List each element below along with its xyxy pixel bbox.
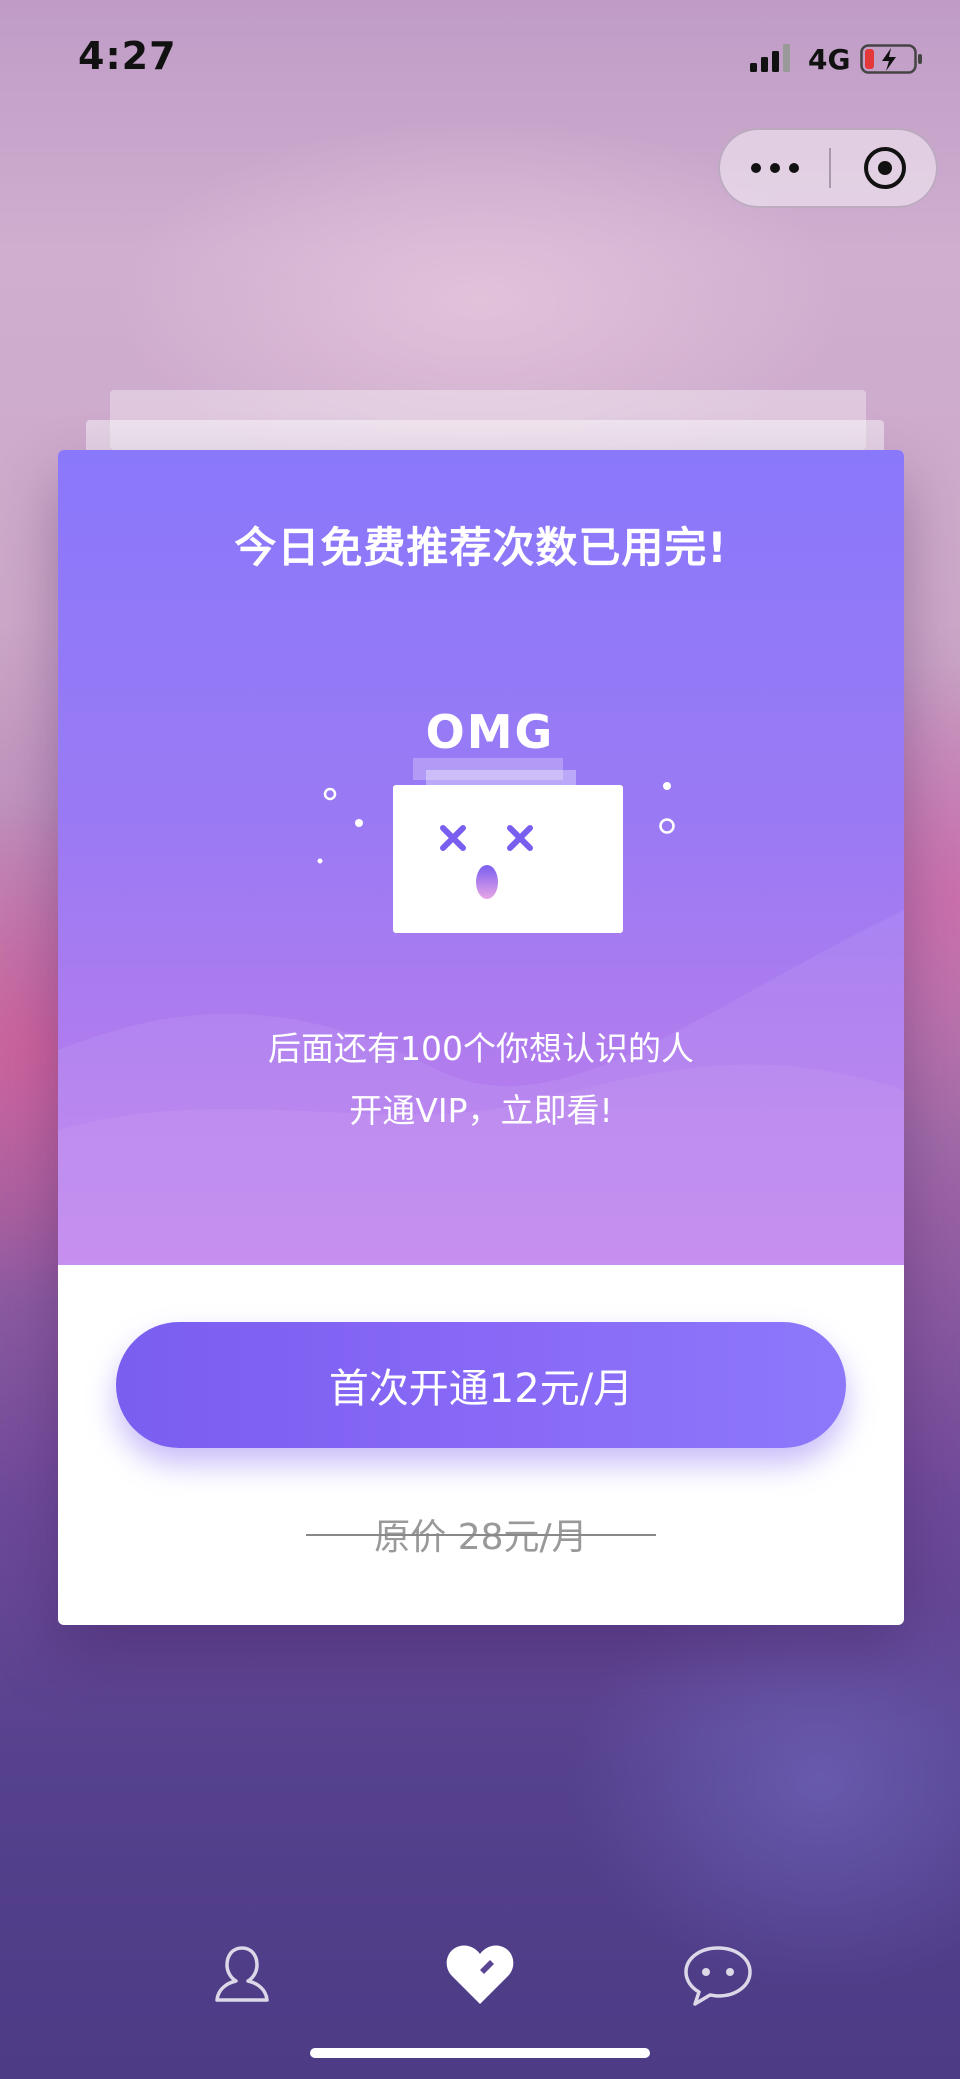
network-type: 4G	[808, 43, 851, 76]
signal-icon	[750, 44, 790, 72]
tab-profile[interactable]	[197, 1930, 287, 2020]
omg-lettering: OMG	[426, 710, 555, 759]
more-dots-icon	[750, 163, 799, 173]
original-price-row: 原价 28元/月	[58, 1508, 904, 1560]
home-indicator	[310, 2048, 650, 2058]
vip-upsell-card: 今日免费推荐次数已用完! OMG 后面还有100个你想认识的人 开通VIP，立即…	[58, 450, 904, 1625]
target-close-icon	[863, 147, 906, 189]
close-mini-program-button[interactable]	[831, 130, 938, 206]
battery-icon	[860, 44, 922, 74]
profile-icon	[215, 1946, 269, 2002]
tab-messages[interactable]	[673, 1930, 763, 2020]
bottom-tab-bar	[0, 1930, 960, 2040]
card-description-line-1: 后面还有100个你想认识的人	[268, 1029, 694, 1068]
more-button[interactable]	[720, 130, 829, 206]
heart-icon	[446, 1945, 514, 2004]
original-price: 原价 28元/月	[306, 1508, 657, 1560]
card-title: 今日免费推荐次数已用完!	[234, 523, 728, 572]
subscribe-vip-button[interactable]: 首次开通12元/月	[116, 1322, 846, 1448]
tab-match[interactable]	[435, 1930, 525, 2020]
status-time: 4:27	[78, 34, 177, 78]
card-description-line-2: 开通VIP，立即看!	[349, 1091, 613, 1130]
card-header-area: 今日免费推荐次数已用完! OMG 后面还有100个你想认识的人 开通VIP，立即…	[58, 450, 904, 1265]
status-bar: 4:27 4G	[0, 0, 960, 118]
omg-box-illustration: OMG	[317, 710, 675, 933]
chat-bubble-icon	[684, 1946, 752, 2006]
mini-program-capsule	[718, 128, 938, 208]
